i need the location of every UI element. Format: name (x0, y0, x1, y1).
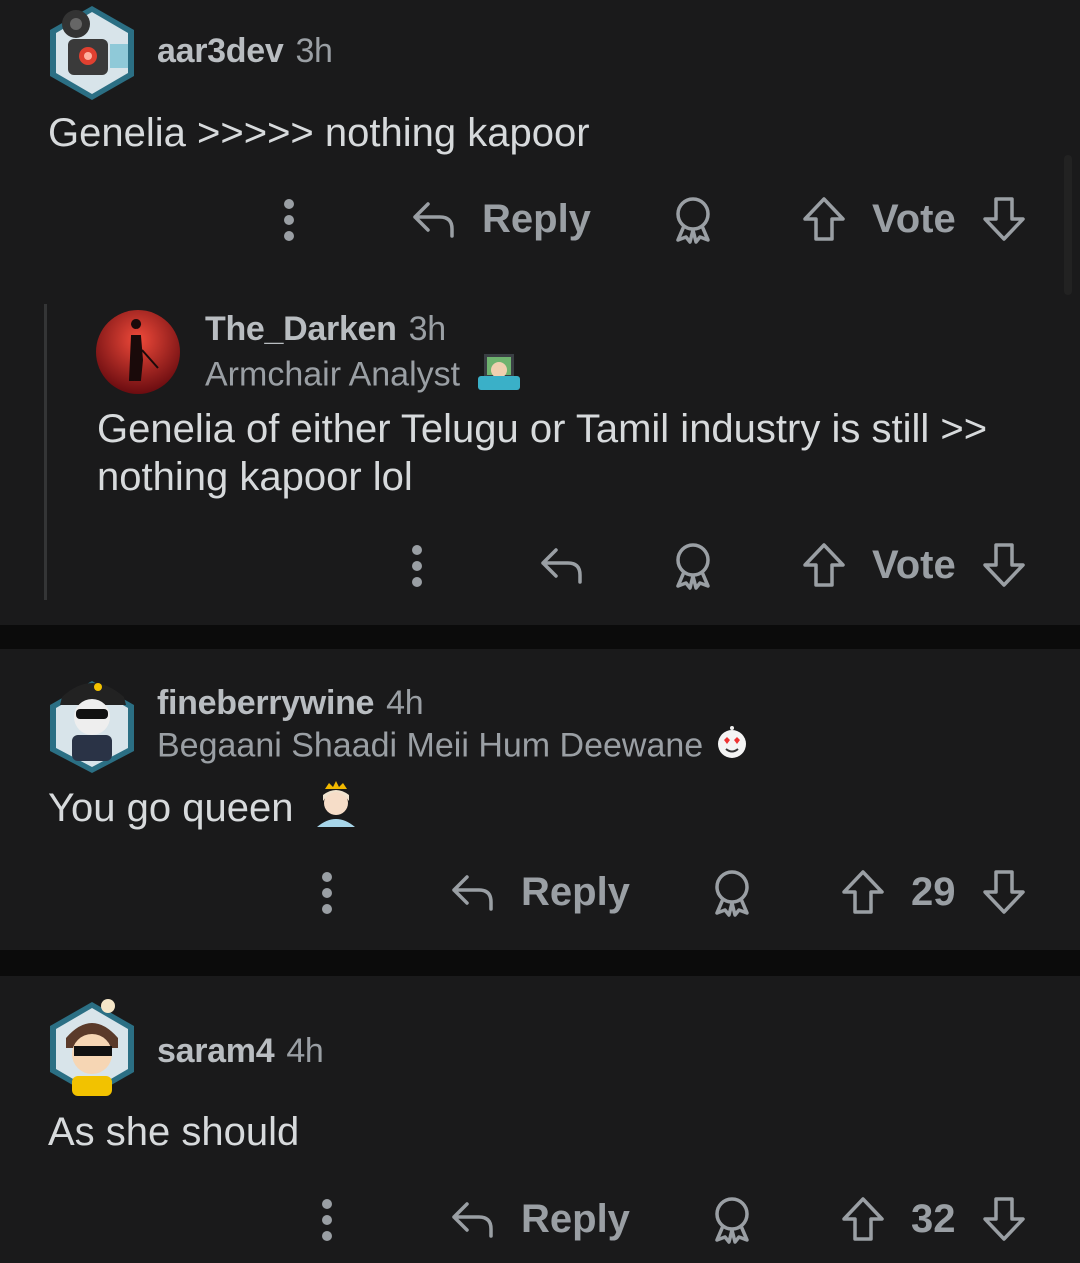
comment-thread-3: saram4 4h As she should Reply 32 (0, 976, 1080, 1263)
reply-button[interactable]: Reply (449, 869, 630, 915)
vote-count: 32 (911, 1196, 956, 1241)
upvote-arrow-icon[interactable] (802, 542, 846, 588)
princess-emoji-icon (313, 781, 359, 840)
vote-label: Vote (872, 542, 956, 587)
vote-control: 29 (841, 869, 1026, 915)
username[interactable]: aar3dev 3h (157, 32, 333, 71)
reply-button[interactable]: Reply (410, 196, 591, 242)
upvote-arrow-icon[interactable] (841, 869, 885, 915)
comment-thread-2: fineberrywine 4h Begaani Shaadi Meii Hum … (0, 649, 1080, 950)
more-vertical-icon[interactable] (315, 871, 339, 915)
username[interactable]: The_Darken 3h (205, 310, 446, 349)
avatar[interactable] (46, 998, 138, 1107)
flair-text: Begaani Shaadi Meii Hum Deewane (157, 726, 704, 765)
scrollbar[interactable] (1064, 155, 1072, 295)
upvote-arrow-icon[interactable] (841, 1196, 885, 1242)
reply-arrow-icon[interactable] (538, 542, 584, 588)
username-text[interactable]: aar3dev (157, 32, 284, 70)
award-icon[interactable] (709, 869, 755, 917)
reply-label: Reply (521, 869, 630, 914)
more-vertical-icon[interactable] (315, 1198, 339, 1242)
username[interactable]: saram4 4h (157, 1032, 324, 1071)
heart-eyes-emoji-icon (715, 726, 749, 769)
comment-body-line: Genelia of either Telugu or Tamil indust… (97, 407, 988, 451)
comment-body: As she should (48, 1110, 300, 1154)
comment-body: Genelia >>>>> nothing kapoor (48, 111, 590, 155)
vote-label: Vote (872, 196, 956, 241)
reply-button[interactable]: Reply (449, 1196, 630, 1242)
avatar[interactable] (46, 4, 138, 107)
technologist-emoji-icon (477, 352, 520, 401)
award-icon[interactable] (670, 542, 716, 590)
timestamp: 3h (295, 32, 333, 70)
comment-thread-1: aar3dev 3h Genelia >>>>> nothing kapoor R… (0, 0, 1080, 625)
comment-body-text: You go queen (48, 786, 294, 831)
username-text[interactable]: fineberrywine (157, 684, 374, 722)
more-vertical-icon[interactable] (277, 198, 301, 242)
vote-count: 29 (911, 869, 956, 914)
username-text[interactable]: The_Darken (205, 310, 397, 348)
upvote-arrow-icon[interactable] (802, 196, 846, 242)
reply-arrow-icon (449, 869, 495, 915)
username[interactable]: fineberrywine 4h (157, 684, 424, 723)
user-flair: Begaani Shaadi Meii Hum Deewane (157, 726, 749, 769)
comment-body-line: nothing kapoor lol (97, 455, 413, 499)
reply-label: Reply (521, 1196, 630, 1241)
vote-control: Vote (802, 196, 1026, 242)
timestamp: 4h (286, 1032, 324, 1070)
reply-label: Reply (482, 196, 591, 241)
timestamp: 3h (408, 310, 447, 348)
thread-line[interactable] (44, 304, 47, 600)
reply-arrow-icon (449, 1196, 495, 1242)
downvote-arrow-icon[interactable] (982, 542, 1026, 588)
award-icon[interactable] (709, 1196, 755, 1244)
downvote-arrow-icon[interactable] (982, 196, 1026, 242)
vote-control: 32 (841, 1196, 1026, 1242)
vote-control: Vote (802, 542, 1026, 588)
more-vertical-icon[interactable] (405, 544, 429, 588)
avatar[interactable] (96, 310, 180, 399)
award-icon[interactable] (670, 196, 716, 244)
username-text[interactable]: saram4 (157, 1032, 275, 1070)
comment-body: You go queen (48, 781, 359, 840)
comment-body: Genelia of either Telugu or Tamil indust… (97, 405, 987, 501)
avatar[interactable] (46, 673, 138, 778)
timestamp: 4h (386, 684, 424, 722)
downvote-arrow-icon[interactable] (982, 869, 1026, 915)
reply-arrow-icon (410, 196, 456, 242)
flair-text: Armchair Analyst (205, 355, 461, 394)
user-flair: Armchair Analyst (205, 352, 520, 401)
downvote-arrow-icon[interactable] (982, 1196, 1026, 1242)
